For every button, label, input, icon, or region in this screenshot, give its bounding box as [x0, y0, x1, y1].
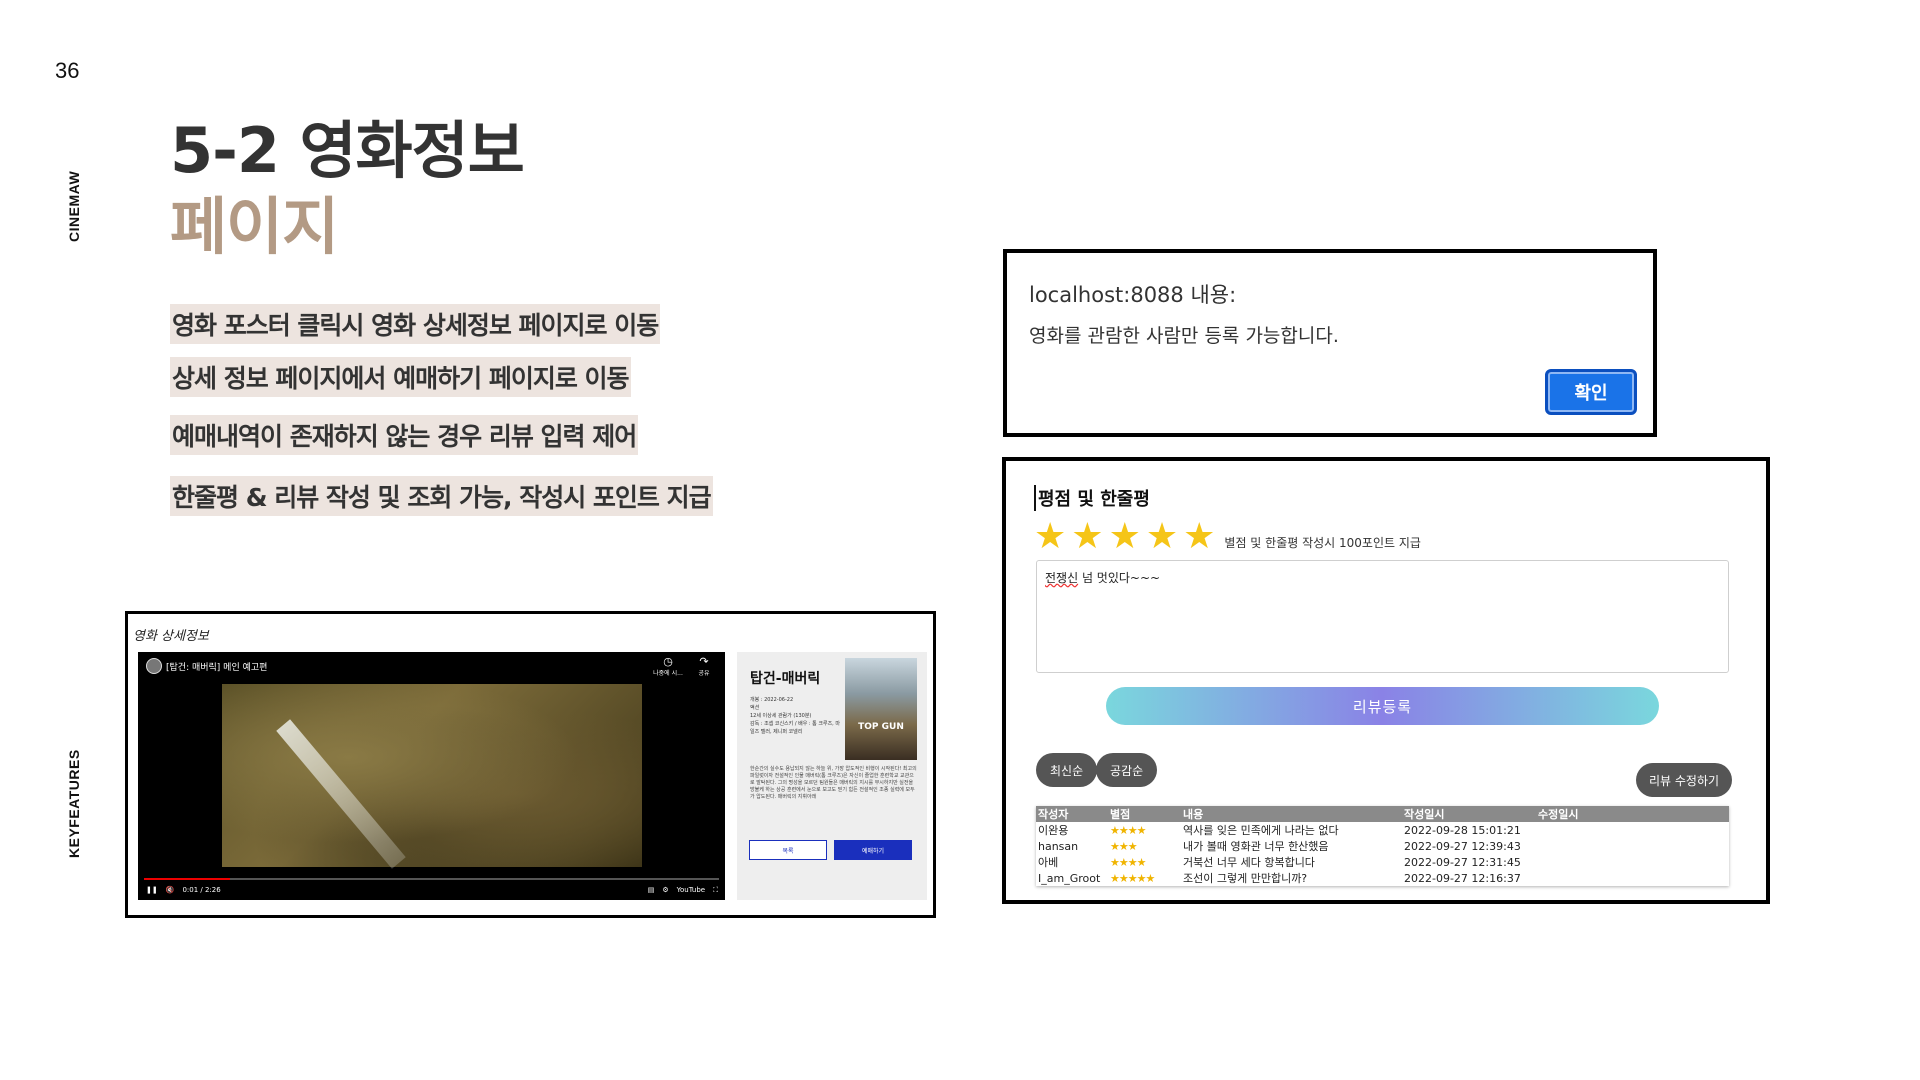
col-author: 작성자	[1036, 806, 1108, 822]
movie-info-card: 탑건-매버릭 TOP GUN 개봉 : 2022-06-22 액션 12세 이상…	[737, 652, 927, 900]
movie-release: 개봉 : 2022-06-22	[750, 697, 794, 703]
settings-icon[interactable]: ⚙	[662, 886, 668, 894]
side-section-label: KEYFEATURES	[66, 749, 82, 858]
alert-ok-button[interactable]: 확인	[1545, 369, 1637, 415]
cell-created: 2022-09-27 12:31:45	[1404, 855, 1521, 869]
fullscreen-icon[interactable]: ⛶	[713, 886, 718, 895]
cell-modified	[1536, 822, 1729, 838]
cell-modified	[1536, 870, 1729, 886]
textarea-typo-word: 전쟁신	[1045, 571, 1079, 585]
alert-message: 영화를 관람한 사람만 등록 가능합니다.	[1029, 325, 1339, 347]
video-controls-right: ▤ ⚙ YouTube ⛶	[640, 886, 718, 895]
star-rating: ★ ★ ★ ★ ★ 별점 및 한줄평 작성시 100포인트 지급	[1034, 519, 1421, 555]
video-title[interactable]: [탑건: 매버릭] 메인 예고편	[166, 660, 267, 673]
table-row: hansan ★★★ 내가 볼때 영화관 너무 한산했음 2022-09-27 …	[1036, 838, 1729, 854]
cell-created: 2022-09-27 12:39:43	[1404, 839, 1521, 853]
review-table: 작성자 별점 내용 작성일시 수정일시 이완용 ★★★★ 역사를 잊은 민족에게…	[1036, 806, 1729, 886]
table-row: 이완용 ★★★★ 역사를 잊은 민족에게 나라는 없다 2022-09-28 1…	[1036, 822, 1729, 838]
feature-line-1: 영화 포스터 클릭시 영화 상세정보 페이지로 이동	[170, 304, 661, 344]
video-progress-bar[interactable]	[144, 878, 719, 880]
video-controls: ❚❚ 🔇 0:01 / 2:26 ▤ ⚙ YouTube ⛶	[146, 884, 718, 896]
cell-modified	[1536, 854, 1729, 870]
feature-line-2: 상세 정보 페이지에서 예매하기 페이지로 이동	[170, 357, 631, 397]
movie-meta: 개봉 : 2022-06-22 액션 12세 이상세 관람가 (130분) 감독…	[750, 696, 842, 736]
review-table-header: 작성자 별점 내용 작성일시 수정일시	[1036, 806, 1729, 822]
review-submit-button[interactable]: 리뷰등록	[1106, 687, 1659, 725]
table-row: 아베 ★★★★ 거북선 너무 세다 항복합니다 2022-09-27 12:31…	[1036, 854, 1729, 870]
page-number: 36	[55, 58, 80, 83]
subtitles-icon[interactable]: ▤	[648, 886, 655, 894]
cell-rating: ★★★★	[1110, 855, 1146, 869]
cell-author: 이완용	[1038, 824, 1069, 837]
movie-title: 탑건-매버릭	[750, 671, 821, 687]
stars-note: 별점 및 한줄평 작성시 100포인트 지급	[1224, 536, 1421, 550]
movie-credits: 감독 : 조셉 코신스키 / 배우 : 톰 크루즈, 마일즈 텔러, 제니퍼 코…	[750, 721, 840, 735]
table-row: I_am_Groot ★★★★★ 조선이 그렇게 만만합니까? 2022-09-…	[1036, 870, 1729, 886]
clock-icon: ◷	[663, 655, 673, 668]
feature-line-3: 예매내역이 존재하지 않는 경우 리뷰 입력 제어	[170, 415, 639, 455]
textarea-text: 넘 멋있다~~~	[1078, 571, 1161, 585]
side-brand-label: CINEMAW	[66, 170, 82, 242]
movie-synopsis: 한순간의 실수도 용납되지 않는 하늘 위, 가장 압도적인 비행이 시작된다!…	[750, 766, 917, 800]
col-rating: 별점	[1108, 806, 1181, 822]
video-frame	[222, 684, 642, 869]
col-content: 내용	[1181, 806, 1402, 822]
page-subtitle: 페이지	[170, 190, 339, 263]
alert-dialog: localhost:8088 내용: 영화를 관람한 사람만 등록 가능합니다.…	[1003, 249, 1657, 437]
youtube-logo[interactable]: YouTube	[677, 886, 705, 894]
list-button[interactable]: 목록	[749, 840, 827, 860]
share-icon: ↷	[699, 655, 709, 668]
video-time: 0:01 / 2:26	[182, 886, 221, 894]
cell-created: 2022-09-28 15:01:21	[1404, 823, 1521, 837]
star-icon-5[interactable]: ★	[1183, 519, 1215, 555]
detail-label: 영화 상세정보	[133, 629, 209, 644]
movie-detail-panel: 영화 상세정보 [탑건: 매버릭] 메인 예고편 ◷ 나중에 시... ↷ 공유…	[125, 611, 936, 918]
cell-rating: ★★★	[1110, 839, 1138, 853]
book-button[interactable]: 예매하기	[834, 840, 912, 860]
watch-later-label: 나중에 시...	[653, 670, 683, 677]
cell-content: 역사를 잊은 민족에게 나라는 없다	[1183, 824, 1339, 837]
col-created: 작성일시	[1402, 806, 1536, 822]
sort-likes-button[interactable]: 공감순	[1096, 753, 1158, 787]
video-frame-streak	[276, 719, 406, 869]
cell-rating: ★★★★★	[1110, 871, 1155, 885]
star-icon-4[interactable]: ★	[1146, 519, 1178, 555]
edit-review-button[interactable]: 리뷰 수정하기	[1636, 763, 1732, 797]
cell-modified	[1536, 838, 1729, 854]
cell-created: 2022-09-27 12:16:37	[1404, 871, 1521, 885]
channel-avatar[interactable]	[146, 658, 162, 674]
feature-line-4: 한줄평 & 리뷰 작성 및 조회 가능, 작성시 포인트 지급	[170, 476, 713, 516]
video-player[interactable]: [탑건: 매버릭] 메인 예고편 ◷ 나중에 시... ↷ 공유 ❚❚ 🔇 0:…	[138, 652, 725, 900]
alert-origin: localhost:8088 내용:	[1029, 283, 1237, 307]
review-title: 평점 및 한줄평	[1034, 485, 1150, 511]
volume-icon[interactable]: 🔇	[166, 886, 175, 894]
cell-author: hansan	[1038, 839, 1079, 853]
col-modified: 수정일시	[1536, 806, 1729, 822]
share-button[interactable]: ↷ 공유	[691, 655, 717, 678]
cell-content: 조선이 그렇게 만만합니까?	[1183, 872, 1308, 885]
star-icon-3[interactable]: ★	[1109, 519, 1141, 555]
cell-rating: ★★★★	[1110, 823, 1146, 837]
poster-text: TOP GUN	[858, 722, 904, 732]
review-textarea[interactable]: 전쟁신 넘 멋있다~~~	[1036, 560, 1729, 673]
review-panel: 평점 및 한줄평 ★ ★ ★ ★ ★ 별점 및 한줄평 작성시 100포인트 지…	[1002, 457, 1770, 904]
star-icon-1[interactable]: ★	[1034, 519, 1066, 555]
video-progress-fill	[144, 878, 231, 880]
movie-poster[interactable]: TOP GUN	[845, 658, 917, 760]
sort-latest-button[interactable]: 최신순	[1036, 753, 1098, 787]
share-label: 공유	[698, 670, 710, 677]
pause-icon[interactable]: ❚❚	[146, 886, 158, 894]
cell-author: 아베	[1038, 856, 1059, 869]
movie-rating-runtime: 12세 이상세 관람가 (130분)	[750, 713, 812, 719]
watch-later-button[interactable]: ◷ 나중에 시...	[653, 655, 683, 678]
movie-genre: 액션	[750, 705, 760, 711]
cell-author: I_am_Groot	[1038, 871, 1101, 885]
cell-content: 거북선 너무 세다 항복합니다	[1183, 856, 1315, 869]
star-icon-2[interactable]: ★	[1071, 519, 1103, 555]
cell-content: 내가 볼때 영화관 너무 한산했음	[1183, 840, 1329, 853]
